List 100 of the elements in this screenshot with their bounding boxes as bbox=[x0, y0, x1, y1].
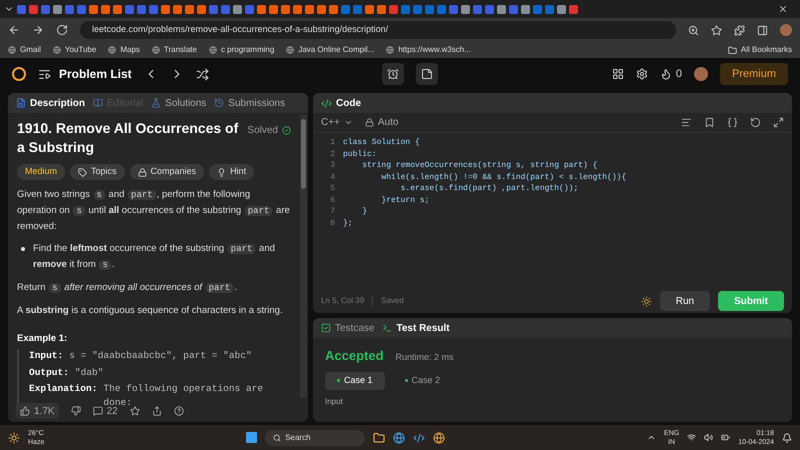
explorer-icon[interactable] bbox=[373, 432, 386, 444]
paragraph: A substring is a contiguous sequence of characters in a string. bbox=[17, 304, 284, 318]
caret-icon bbox=[344, 118, 353, 127]
tab-icon bbox=[151, 98, 162, 108]
notes-button[interactable] bbox=[416, 63, 438, 85]
result-tab[interactable]: Test Result bbox=[382, 320, 450, 336]
code-line: while(s.length() !=0 && s.find(part) < s.length()){ bbox=[380, 172, 628, 183]
language-select[interactable]: C++ bbox=[321, 115, 353, 130]
code-line: string removeOccurrences(string s, string part) { bbox=[361, 160, 598, 172]
extensions-icon[interactable] bbox=[734, 24, 745, 36]
line-number: 4 bbox=[329, 172, 335, 183]
streak-icon bbox=[660, 68, 672, 80]
tag-icon bbox=[78, 168, 88, 176]
tab-icon bbox=[16, 98, 26, 108]
notification-icon[interactable] bbox=[782, 432, 792, 442]
run-button[interactable]: Run bbox=[660, 291, 710, 311]
code-icon bbox=[321, 98, 332, 108]
browser-icon[interactable] bbox=[393, 432, 406, 444]
example-label: Input: bbox=[29, 349, 64, 364]
panel-tab[interactable]: Solutions bbox=[151, 96, 206, 110]
globe-icon bbox=[8, 46, 16, 54]
folder-icon bbox=[728, 46, 737, 54]
timer-button[interactable] bbox=[382, 63, 404, 85]
globe-icon bbox=[208, 46, 217, 54]
saved-status: Saved bbox=[381, 295, 404, 307]
grid-icon[interactable] bbox=[612, 68, 624, 80]
panel-tab[interactable]: Description bbox=[16, 96, 86, 110]
case-tab[interactable]: Case 2 bbox=[392, 372, 452, 390]
paragraph: Given two strings s and part , perform the following operation on s until all occurrences of the substring part are removed: bbox=[17, 188, 291, 234]
scrollbar[interactable] bbox=[300, 115, 307, 398]
difficulty-badge[interactable]: Medium bbox=[17, 164, 66, 180]
tag-chip[interactable]: Topics bbox=[70, 164, 125, 180]
code-line: } bbox=[361, 206, 368, 218]
back-icon[interactable] bbox=[8, 24, 20, 36]
star-icon[interactable] bbox=[711, 24, 722, 36]
code-line: }return s; bbox=[380, 194, 430, 206]
zoom-icon[interactable] bbox=[688, 24, 699, 36]
volume-icon[interactable] bbox=[704, 433, 714, 442]
taskbar-search[interactable]: Search bbox=[265, 430, 366, 446]
battery-icon[interactable] bbox=[721, 433, 730, 442]
line-number: 6 bbox=[329, 194, 335, 206]
reload-icon[interactable] bbox=[56, 24, 68, 36]
search-icon bbox=[273, 434, 282, 442]
bookmark[interactable]: c programming bbox=[208, 44, 274, 56]
example-label: Output: bbox=[29, 366, 69, 380]
tray-icon[interactable] bbox=[647, 433, 656, 442]
dislike-icon[interactable] bbox=[70, 406, 81, 416]
tab-icon bbox=[321, 323, 331, 333]
bookmark-icon[interactable] bbox=[704, 117, 715, 128]
shuffle-icon[interactable] bbox=[196, 68, 209, 80]
favorite-icon[interactable] bbox=[130, 406, 140, 416]
tag-chip[interactable]: Companies bbox=[130, 164, 204, 180]
share-icon[interactable] bbox=[152, 406, 162, 416]
line-number: 5 bbox=[329, 183, 335, 194]
braces-icon[interactable] bbox=[727, 117, 738, 128]
expand-icon[interactable] bbox=[773, 117, 784, 128]
help-icon[interactable] bbox=[174, 406, 184, 416]
bookmark[interactable]: Maps bbox=[108, 44, 140, 56]
tag-icon bbox=[217, 168, 226, 176]
cursor-position: Ln 5, Col 39 bbox=[321, 295, 364, 307]
bookmark[interactable]: https://www.w3sch... bbox=[386, 44, 471, 56]
like-button[interactable]: 1.7K bbox=[16, 403, 59, 419]
user-avatar[interactable] bbox=[694, 67, 708, 81]
comment-icon bbox=[92, 406, 103, 416]
mode-label: Auto bbox=[364, 115, 398, 130]
lock-icon bbox=[364, 118, 374, 127]
line-number: 3 bbox=[329, 160, 335, 172]
format-icon[interactable] bbox=[681, 117, 692, 128]
profile-avatar[interactable] bbox=[780, 24, 792, 36]
settings-icon[interactable] bbox=[636, 68, 648, 80]
note-icon bbox=[421, 68, 434, 80]
all-bookmarks[interactable]: All Bookmarks bbox=[728, 44, 792, 56]
result-tab[interactable]: Testcase bbox=[321, 320, 374, 336]
wifi-icon[interactable] bbox=[687, 433, 696, 442]
problem-list-link[interactable]: Problem List bbox=[59, 65, 132, 83]
premium-button[interactable]: Premium bbox=[720, 63, 788, 85]
editor-icon[interactable] bbox=[413, 432, 426, 444]
tag-chip[interactable]: Hint bbox=[209, 164, 254, 180]
comments-button[interactable]: 22 bbox=[92, 404, 118, 418]
bookmark[interactable]: Gmail bbox=[8, 44, 41, 56]
runtime: Runtime: 2 ms bbox=[396, 351, 454, 364]
bookmark[interactable]: Translate bbox=[152, 44, 197, 56]
address-bar[interactable]: leetcode.com/problems/remove-all-occurrences-of-a-substring/description/ bbox=[80, 21, 676, 39]
tag-icon bbox=[138, 168, 147, 176]
reset-icon[interactable] bbox=[750, 117, 761, 128]
bullet-icon bbox=[21, 247, 25, 251]
streak-count: 0 bbox=[676, 66, 682, 82]
forward-icon[interactable] bbox=[32, 24, 44, 36]
panel-tab[interactable]: Submissions bbox=[214, 96, 285, 110]
start-icon[interactable] bbox=[246, 432, 258, 443]
bookmark[interactable]: Java Online Compil... bbox=[286, 44, 374, 56]
close-icon[interactable] bbox=[778, 4, 788, 14]
code-title: Code bbox=[336, 96, 361, 110]
code-editor[interactable]: 1 2 3 4 5 6 7 8 class Solution { public: string removeOccurrences(string s, string part) { while(s.length() !=0 && s.find(part) < s.length()){ s.erase(s.find(part) ,part.length()); }return s; } }; bbox=[313, 133, 792, 289]
bookmark[interactable]: YouTube bbox=[52, 44, 96, 56]
side-panel-icon[interactable] bbox=[757, 24, 768, 36]
problem-title: 1910. Remove All Occurrences of a Substring bbox=[17, 119, 240, 157]
logo-icon[interactable] bbox=[12, 67, 26, 81]
case-tab[interactable]: Case 1 bbox=[325, 372, 385, 390]
list-icon[interactable] bbox=[38, 68, 51, 80]
